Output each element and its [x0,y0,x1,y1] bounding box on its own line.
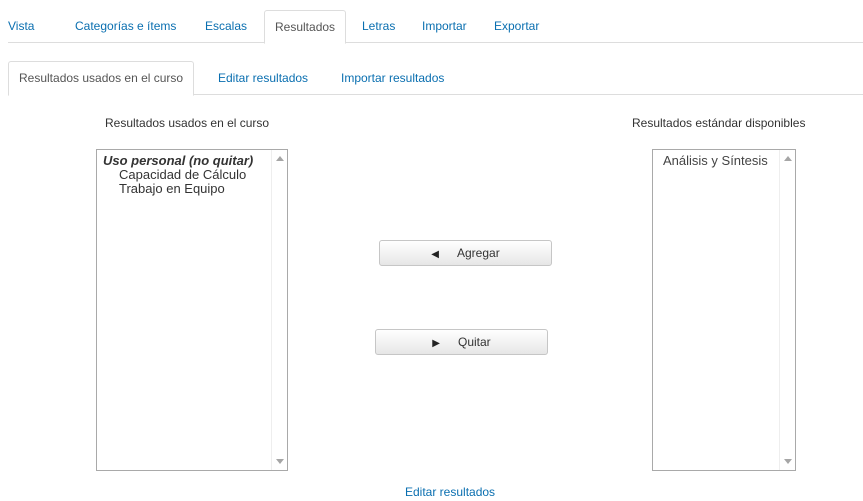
subtab-editar-resultados[interactable]: Editar resultados [218,61,308,95]
tab-letras[interactable]: Letras [362,10,395,43]
right-panel-title: Resultados estándar disponibles [632,116,806,130]
tab-exportar[interactable]: Exportar [494,10,539,43]
remove-button[interactable]: ▶ Quitar [375,329,548,355]
chevron-up-icon[interactable] [276,156,284,161]
tab-importar[interactable]: Importar [422,10,467,43]
list-item[interactable]: Trabajo en Equipo [103,182,271,196]
scrollbar[interactable] [271,150,287,470]
remove-button-label: Quitar [458,335,491,349]
edit-outcomes-link[interactable]: Editar resultados [405,485,495,499]
top-tabs: Vista Categorías e ítems Escalas Resulta… [8,10,863,44]
list-item[interactable]: Análisis y Síntesis [661,154,779,168]
chevron-down-icon[interactable] [784,459,792,464]
scrollbar[interactable] [779,150,795,470]
page: Vista Categorías e ítems Escalas Resulta… [0,0,863,501]
used-outcomes-listbox[interactable]: Uso personal (no quitar) Capacidad de Cá… [96,149,288,471]
tab-escalas[interactable]: Escalas [205,10,247,43]
list-item[interactable]: Capacidad de Cálculo [103,168,271,182]
tab-categorias[interactable]: Categorías e ítems [75,10,176,43]
optgroup-label: Uso personal (no quitar) [103,153,254,168]
tab-resultados[interactable]: Resultados [264,10,347,44]
chevron-up-icon[interactable] [784,156,792,161]
sub-tabs: Resultados usados en el curso Editar res… [8,61,863,96]
subtab-resultados-usados[interactable]: Resultados usados en el curso [8,61,195,96]
arrow-right-icon: ▶ [432,338,440,349]
subtab-importar-resultados[interactable]: Importar resultados [341,61,444,95]
tab-vista[interactable]: Vista [8,10,34,43]
chevron-down-icon[interactable] [276,459,284,464]
available-outcomes-listbox[interactable]: Análisis y Síntesis [652,149,796,471]
arrow-left-icon: ◀ [431,249,439,260]
add-button[interactable]: ◀ Agregar [379,240,552,266]
left-panel-title: Resultados usados en el curso [105,116,270,130]
used-outcomes-list: Uso personal (no quitar) Capacidad de Cá… [97,150,271,470]
add-button-label: Agregar [457,246,500,260]
available-outcomes-list: Análisis y Síntesis [653,150,779,470]
